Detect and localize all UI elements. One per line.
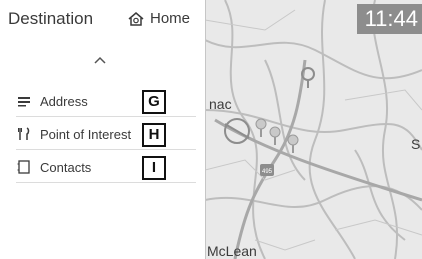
callout-h: H [142,123,166,147]
poi-pin[interactable] [255,118,267,137]
current-position-marker [224,118,250,144]
menu-item-address[interactable]: Address [16,86,196,117]
menu-item-label: Contacts [40,159,92,175]
contacts-icon [16,159,32,175]
navigation-screen: 495 11:44 nac S McLean Destination Home … [0,0,422,259]
route-495-shield: 495 [260,164,274,176]
home-button[interactable]: Home [127,10,190,27]
svg-text:495: 495 [262,169,273,175]
location-pin[interactable] [301,67,315,88]
home-label: Home [150,10,191,27]
poi-pin[interactable] [287,134,299,153]
map-roads: 495 [205,0,422,259]
menu-item-label: Address [40,93,88,109]
menu-item-label: Point of Interest [40,126,132,142]
poi-pin[interactable] [269,126,281,145]
callout-i: I [142,156,166,180]
map-label: S [411,136,421,152]
destination-panel: Destination Home Address Point of Intere… [0,0,206,259]
page-title: Destination [8,9,94,28]
home-icon [128,11,144,26]
map-view[interactable]: 495 11:44 nac S McLean [205,0,422,259]
restaurant-icon [16,126,32,142]
clock: 11:44 [356,4,422,34]
map-label: nac [209,96,232,112]
callout-g: G [142,90,166,114]
menu-item-contacts[interactable]: Contacts [16,152,196,183]
chevron-up-icon[interactable] [90,54,110,66]
address-icon [16,93,32,109]
menu-item-point-of-interest[interactable]: Point of Interest [16,119,196,150]
map-label: McLean [207,243,257,259]
